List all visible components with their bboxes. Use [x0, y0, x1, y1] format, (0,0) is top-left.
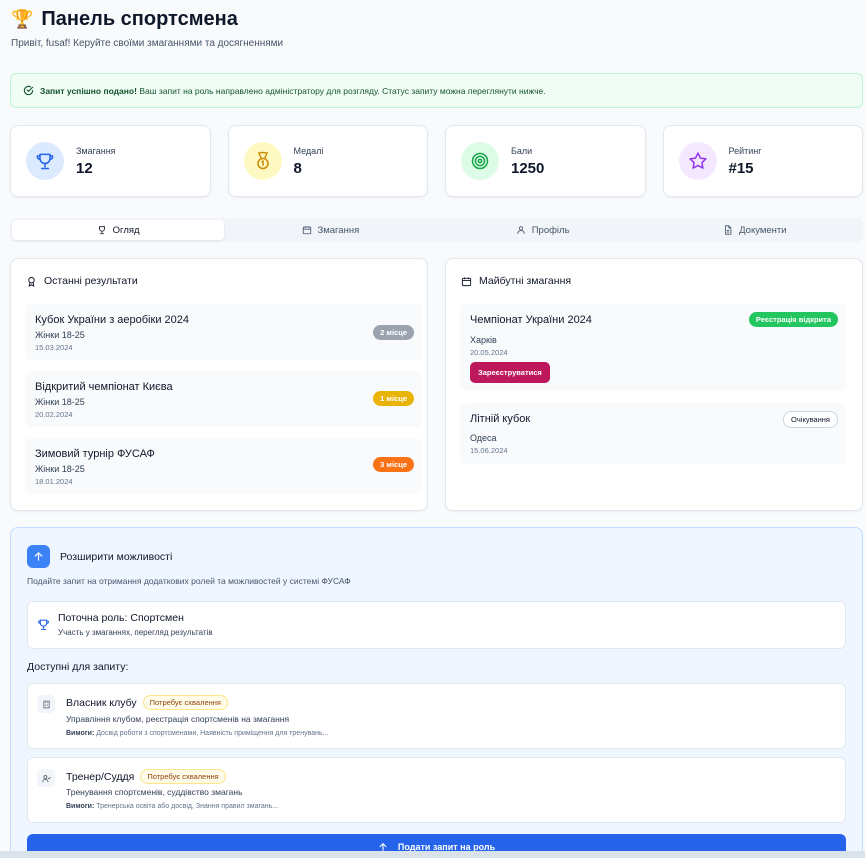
stat-card-rating: Рейтинг #15 — [662, 125, 863, 197]
award-icon — [28, 276, 35, 287]
role-desc: Тренування спортсменів, суддівство змага… — [66, 787, 243, 797]
page-title: 🏆 Панель спортсмена — [11, 8, 238, 30]
stat-card-points: Бали 1250 — [445, 125, 646, 197]
stat-card-competitions: Змагання 12 — [10, 125, 211, 197]
stat-label: Змагання — [76, 145, 116, 156]
stat-value: 12 — [76, 159, 93, 177]
building-icon — [37, 695, 55, 713]
trophy-icon — [26, 142, 64, 180]
tab-label: Змагання — [317, 224, 360, 236]
tab-documents[interactable]: Документи — [649, 220, 861, 240]
status-badge: Реєстрація відкрита — [748, 312, 838, 327]
upcoming-item: Чемпіонат України 2024 Харків 20.05.2024… — [460, 304, 846, 391]
success-alert: Запит успішно подано! Ваш запит на роль … — [10, 73, 863, 108]
role-requirements: Вимоги: Досвід роботи з спортсменами, На… — [66, 730, 329, 737]
upcoming-competitions-card: Майбутні змагання Чемпіонат України 2024… — [445, 258, 863, 511]
user-icon — [516, 226, 525, 234]
card-subtitle: Подайте запит на отримання додаткових ро… — [27, 576, 351, 586]
tab-competitions[interactable]: Змагання — [224, 220, 436, 240]
role-option-club-owner[interactable]: Власник клубу Потребує схвалення Управлін… — [27, 683, 846, 749]
card-title: Останні результати — [26, 275, 138, 287]
alert-strong: Запит успішно подано! — [40, 85, 137, 96]
calendar-icon — [461, 276, 472, 286]
role-desc: Управління клубом, реєстрація спортсмені… — [66, 714, 290, 724]
trophy-icon — [38, 619, 49, 630]
check-circle-icon — [23, 85, 34, 96]
expand-capabilities-card: Розширити можливості Подайте запит на от… — [10, 527, 863, 858]
role-name: Тренер/Суддя — [66, 771, 135, 783]
recent-results-card: Останні результати Кубок України з аероб… — [10, 258, 428, 511]
place-badge: 3 місце — [373, 457, 414, 472]
stat-label: Бали — [511, 145, 533, 156]
tab-bar: Огляд Змагання Профіль Документи — [10, 218, 863, 242]
current-role-name: Поточна роль: Спортсмен — [58, 612, 184, 624]
place-badge: 2 місце — [373, 325, 414, 340]
current-role-desc: Участь у змаганнях, перегляд результатів — [58, 628, 213, 637]
bottom-edge — [0, 851, 865, 858]
document-icon — [725, 225, 732, 235]
star-icon — [678, 142, 717, 180]
result-item[interactable]: Зимовий турнір ФУСАФ Жінки 18-25 18.01.2… — [25, 438, 422, 494]
stat-label: Медалі — [293, 145, 324, 156]
stat-label: Рейтинг — [728, 145, 762, 156]
register-button[interactable]: Зареєструватися — [470, 362, 550, 383]
trophy-icon — [98, 226, 105, 235]
trophy-emoji-icon: 🏆 — [11, 9, 34, 29]
arrow-up-icon — [27, 545, 50, 568]
approval-badge: Потребує схвалення — [142, 695, 228, 710]
stats-row: Змагання 12 Медалі 8 Бали 1250 Рейтинг #15 — [10, 125, 863, 197]
role-requirements: Вимоги: Тренерська освіта або досвід, Зн… — [66, 803, 279, 810]
tab-label: Огляд — [112, 224, 140, 236]
stat-value: #15 — [728, 159, 754, 177]
page-header: 🏆 Панель спортсмена Привіт, fusaf! Керуй… — [11, 8, 283, 49]
target-icon — [461, 142, 499, 180]
available-title: Доступні для запиту: — [27, 661, 129, 673]
place-badge: 1 місце — [373, 391, 414, 406]
result-item[interactable]: Відкритий чемпіонат Києва Жінки 18-25 20… — [25, 371, 422, 427]
tab-label: Профіль — [531, 224, 570, 236]
card-title: Майбутні змагання — [461, 275, 571, 287]
user-check-icon — [37, 769, 55, 787]
tab-profile[interactable]: Профіль — [437, 220, 649, 240]
stat-card-medals: Медалі 8 — [227, 125, 428, 197]
alert-text: Ваш запит на роль направлено адміністрат… — [139, 85, 546, 96]
stat-value: 8 — [293, 159, 302, 177]
tab-overview[interactable]: Огляд — [12, 220, 225, 240]
approval-badge: Потребує схвалення — [140, 769, 226, 784]
medal-icon — [243, 142, 282, 180]
current-role-box: Поточна роль: Спортсмен Участь у змаганн… — [27, 601, 846, 649]
calendar-icon — [302, 226, 311, 235]
role-option-coach-judge[interactable]: Тренер/Суддя Потребує схвалення Тренуванн… — [27, 757, 846, 823]
result-item[interactable]: Кубок України з аеробіки 2024 Жінки 18-2… — [25, 304, 422, 360]
page-subtitle: Привіт, fusaf! Керуйте своїми змаганнями… — [11, 38, 284, 49]
tab-label: Документи — [739, 224, 787, 236]
stat-value: 1250 — [511, 159, 545, 177]
card-title: Розширити можливості — [27, 545, 172, 568]
status-badge: Очікування — [783, 411, 838, 428]
role-name: Власник клубу — [66, 697, 137, 709]
upcoming-item: Літній кубок Одеса 15.06.2024 Очікування — [460, 403, 846, 464]
